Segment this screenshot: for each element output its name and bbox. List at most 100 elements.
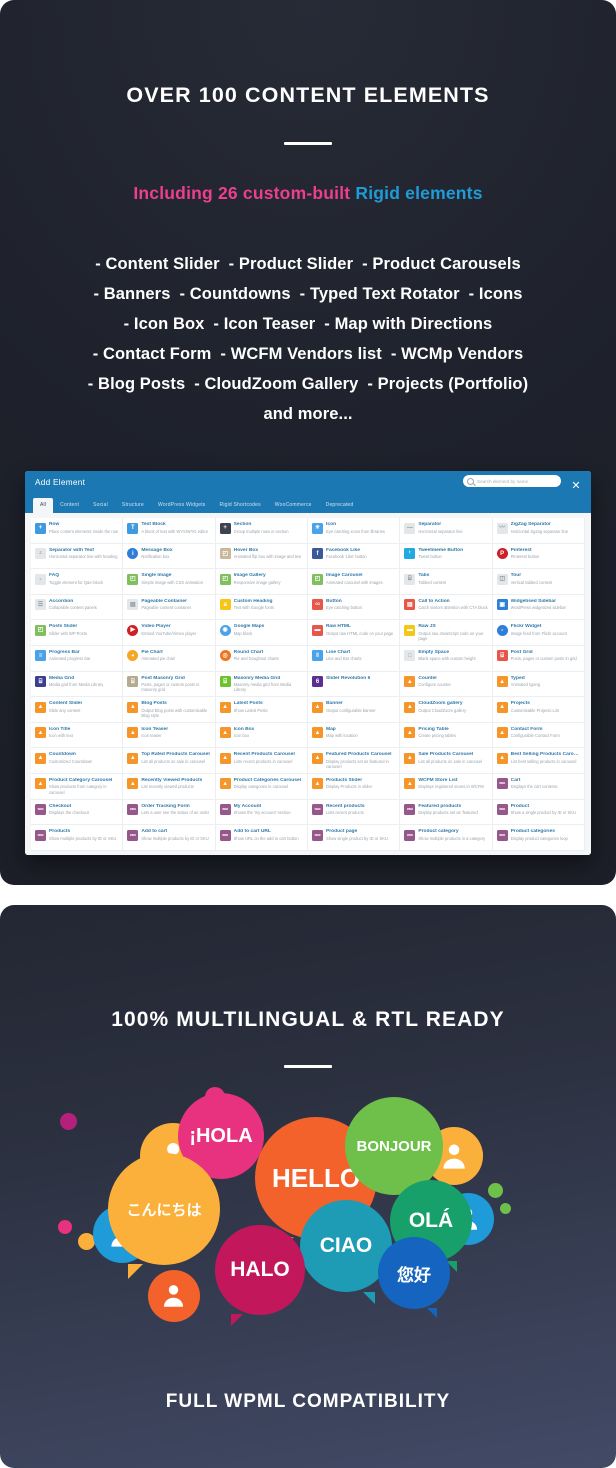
element-icon: ▬ xyxy=(312,624,323,636)
element-card[interactable]: ◰ Image Gallery Responsive image gallery xyxy=(215,569,308,595)
element-card[interactable]: woo Recent products Lists recent products xyxy=(308,799,401,826)
element-card[interactable]: ◰ Single Image Simple image with CSS anima… xyxy=(123,569,216,595)
element-card[interactable]: ◰ Hover Box Animated flip box with image a… xyxy=(215,543,308,570)
element-card-text: Product Categories Carousel Display categ… xyxy=(234,778,301,790)
element-title: Checkout xyxy=(49,803,72,809)
element-card[interactable]: woo Add to cart URL Show URL on the add to… xyxy=(215,825,308,851)
element-card[interactable]: a Custom Heading Text with Google fonts xyxy=(215,594,308,621)
element-card[interactable]: GO Button Eye catching button xyxy=(308,594,401,621)
element-card[interactable]: ⌸ Masonry Media Grid Masonry media grid fr… xyxy=(215,671,308,698)
element-card[interactable]: woo Product categories Display product cat… xyxy=(492,825,585,851)
element-card[interactable]: T Text Block A block of text with WYSIWYG … xyxy=(123,518,216,544)
close-icon[interactable]: ✕ xyxy=(570,480,582,492)
element-card[interactable]: ▲ Icon Title Icon with text xyxy=(31,722,124,749)
element-description: Show multiple products in a category xyxy=(418,835,486,841)
element-card[interactable]: ‖ Line Chart Line and Bar charts xyxy=(308,645,401,672)
element-card[interactable]: ▲ Contact Form Configurable Contact Form xyxy=(492,722,585,749)
element-card[interactable]: ☀ Icon Eye catching icons from libraries xyxy=(308,518,401,544)
element-card[interactable]: woo Featured products Display products set… xyxy=(400,799,493,826)
element-card[interactable]: ▣ Widgetised Sidebar WordPress widgetized … xyxy=(492,594,585,621)
element-card[interactable]: ▲ Latest Posts Show Latest Posts xyxy=(215,697,308,723)
element-card[interactable]: ▲ CloudZoom gallery Output CloudZoom galle… xyxy=(400,697,493,723)
element-grid-scroll[interactable]: + Row Place content elements inside the ro… xyxy=(25,513,591,855)
element-card[interactable]: woo Product page Show single product by ID… xyxy=(308,825,401,851)
element-card-text: Call to Action Catch visitors attention w… xyxy=(418,599,487,611)
element-card[interactable]: ▤ Call to Action Catch visitors attention … xyxy=(400,594,493,621)
element-card[interactable]: ▲ Blog Posts Output Blog posts with custom… xyxy=(123,697,216,723)
element-title: Single Image xyxy=(141,573,172,579)
element-card[interactable]: ⌸ Media Grid Media grid from Media Library xyxy=(31,671,124,698)
element-card[interactable]: f Facebook Like Facebook 'Like' button xyxy=(308,543,401,570)
element-card[interactable]: ▲ Product Category Carousel Show products … xyxy=(31,773,124,800)
element-card[interactable]: ▲ Projects Customisable Projects List xyxy=(492,697,585,723)
element-card[interactable]: woo Products Show multiple products by ID … xyxy=(31,825,124,851)
search-input[interactable]: Search element by name xyxy=(463,475,561,487)
tab-rigid-shortcodes[interactable]: Rigid Shortcodes xyxy=(213,498,268,513)
element-card[interactable]: ▲ Countdown Customized Countdown xyxy=(31,748,124,774)
element-icon: woo xyxy=(404,829,416,841)
element-card[interactable]: □ Empty Space Blank space with custom heig… xyxy=(400,645,493,672)
element-card[interactable]: woo My Account Shows the 'my account' sect… xyxy=(215,799,308,826)
element-description: Create pricing tables xyxy=(418,733,456,739)
element-card[interactable]: ▬ Raw HTML Output raw HTML code on your pa… xyxy=(308,620,401,646)
element-card[interactable]: ▤ Pageable Container Pageable content cont… xyxy=(123,594,216,621)
element-card[interactable]: ◰ Posts Slider Slider with WP Posts xyxy=(31,620,124,646)
element-card[interactable]: i Message Box Notification box xyxy=(123,543,216,570)
element-card[interactable]: ▲ Typed Animated typing xyxy=(492,671,585,698)
element-card[interactable]: + Section Group multiple rows in section xyxy=(215,518,308,544)
element-card-text: Separator with Text Horizontal separator … xyxy=(49,548,118,560)
element-card[interactable]: ▲ Best Selling Products Carousel List best… xyxy=(492,748,585,774)
element-card[interactable]: ▲ Icon Box Icon box xyxy=(215,722,308,749)
element-card[interactable]: ᵗ Tweetmeme Button Tweet button xyxy=(400,543,493,570)
tab-deprecated[interactable]: Deprecated xyxy=(319,498,361,513)
element-card[interactable]: woo Product Show a single product by ID or… xyxy=(492,799,585,826)
element-title: Accordion xyxy=(49,598,74,604)
element-card[interactable]: ▲ Pricing Table Create pricing tables xyxy=(400,722,493,749)
tab-structure[interactable]: Structure xyxy=(115,498,151,513)
element-card[interactable]: ◉ Google Maps Map block xyxy=(215,620,308,646)
element-card[interactable]: 〰 ZigZag Separator Horizontal zigzag separ… xyxy=(492,518,585,544)
element-card[interactable]: ⌸ Post Grid Posts, pages or custom posts i… xyxy=(492,645,585,672)
element-card[interactable]: ▬ Raw JS Output raw JavaScript code on you… xyxy=(400,620,493,646)
element-card[interactable]: — Separator Horizontal separator line xyxy=(400,518,493,544)
tab-content[interactable]: Content xyxy=(53,498,86,513)
element-card[interactable]: ▲ Sale Products Carousel List all products… xyxy=(400,748,493,774)
element-card[interactable]: ▲ Featured Products Carousel Display produ… xyxy=(308,748,401,774)
element-card[interactable]: 6 Slider Revolution 6 xyxy=(308,671,401,698)
element-card[interactable]: ⌸ Post Masonry Grid Posts, pages or custom… xyxy=(123,671,216,698)
element-card[interactable]: woo Product category Show multiple product… xyxy=(400,825,493,851)
element-card[interactable]: ▲ Top Rated Products Carousel List all pro… xyxy=(123,748,216,774)
element-card[interactable]: ▲ WCFM Store List Displays registered stor… xyxy=(400,773,493,800)
element-card[interactable]: ◰ Image Carousel Animated carousel with im… xyxy=(308,569,401,595)
tab-all[interactable]: All xyxy=(33,498,54,513)
tab-social[interactable]: Social xyxy=(86,498,115,513)
element-card[interactable]: ▲ Recent Products Carousel Lists recent pr… xyxy=(215,748,308,774)
element-card[interactable]: ▲ Recently Viewed Products List recently v… xyxy=(123,773,216,800)
element-card[interactable]: ▲ Counter Configure counter xyxy=(400,671,493,698)
element-card[interactable]: woo Add to cart Show multiple products by … xyxy=(123,825,216,851)
element-card[interactable]: ⌸ Tabs Tabbed content xyxy=(400,569,493,595)
element-card[interactable]: woo Cart Displays the cart contents xyxy=(492,773,585,800)
element-description: Slider with WP Posts xyxy=(49,630,87,636)
element-card[interactable]: ◫ Tour Vertical tabbed content xyxy=(492,569,585,595)
tab-woocommerce[interactable]: WooCommerce xyxy=(268,498,319,513)
element-card[interactable]: ≡ FAQ Toggle element for Q&A block xyxy=(31,569,124,595)
tab-wordpress-widgets[interactable]: WordPress Widgets xyxy=(151,498,213,513)
element-card[interactable]: ◕ Pie Chart Animated pie chart xyxy=(123,645,216,672)
element-card[interactable]: + Row Place content elements inside the ro… xyxy=(31,518,124,544)
element-card[interactable]: ▲ Banner Output configurable banner xyxy=(308,697,401,723)
element-card[interactable]: ▲ Products Slider Display Products in slid… xyxy=(308,773,401,800)
element-card[interactable]: ▶ Video Player Embed YouTube/Vimeo player xyxy=(123,620,216,646)
element-card[interactable]: ◎ Round Chart Pie and Doughnut charts xyxy=(215,645,308,672)
element-card[interactable]: woo Checkout Displays the checkout xyxy=(31,799,124,826)
element-card[interactable]: ≡ Progress Bar Animated progress bar xyxy=(31,645,124,672)
element-card[interactable]: ▲ Content Slider Slide any content xyxy=(31,697,124,723)
element-card[interactable]: -T- Separator with Text Horizontal separat… xyxy=(31,543,124,570)
element-card[interactable]: woo Order Tracking Form Lets a user see th… xyxy=(123,799,216,826)
element-card[interactable]: ☰ Accordion Collapsible content panels xyxy=(31,594,124,621)
element-card[interactable]: •• Flickr Widget Image feed from Flickr ac… xyxy=(492,620,585,646)
element-card[interactable]: ▲ Icon Teaser Icon teaser xyxy=(123,722,216,749)
element-card[interactable]: ▲ Product Categories Carousel Display cate… xyxy=(215,773,308,800)
element-card[interactable]: P Pinterest Pinterest button xyxy=(492,543,585,570)
element-card[interactable]: ▲ Map Map with location xyxy=(308,722,401,749)
